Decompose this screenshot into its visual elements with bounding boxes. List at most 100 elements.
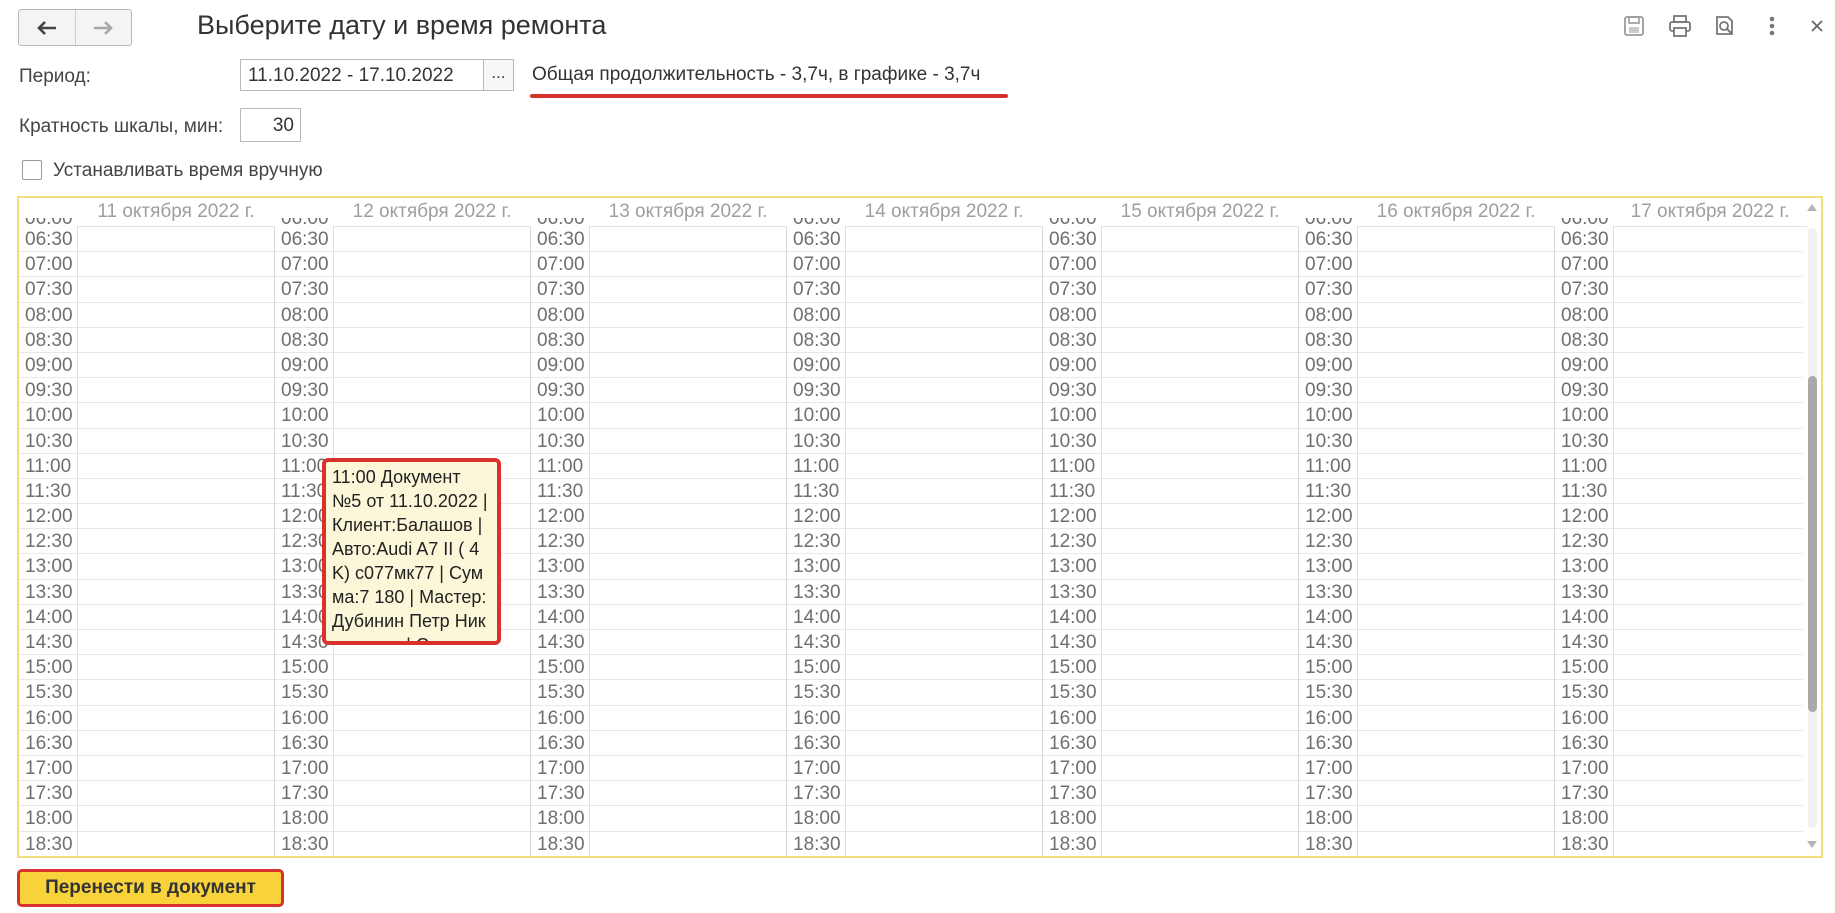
scale-field[interactable]: 30 [240, 108, 301, 142]
time-slot[interactable]: 12:00 [1043, 504, 1299, 530]
time-slot[interactable]: 08:30 [1043, 328, 1299, 353]
time-slot[interactable]: 11:30 [787, 479, 1043, 505]
time-slot[interactable]: 13:30 [19, 580, 275, 605]
time-slot[interactable]: 15:30 [787, 680, 1043, 706]
time-slot[interactable]: 12:00 [531, 504, 787, 530]
time-slot[interactable]: 13:00 [1555, 554, 1807, 580]
period-picker-button[interactable]: ... [483, 59, 514, 91]
time-slot[interactable]: 07:00 [19, 252, 275, 278]
time-slot[interactable]: 09:30 [1555, 378, 1807, 404]
time-slot[interactable]: 15:30 [1555, 680, 1807, 706]
time-slot[interactable]: 09:00 [1299, 353, 1555, 379]
time-slot[interactable]: 10:30 [787, 429, 1043, 454]
time-slot[interactable]: 13:00 [787, 554, 1043, 580]
time-slot[interactable]: 12:30 [1043, 529, 1299, 555]
time-slot[interactable]: 15:00 [275, 655, 531, 681]
time-slot[interactable]: 10:30 [1043, 429, 1299, 454]
time-slot[interactable]: 07:30 [19, 277, 275, 303]
time-slot[interactable]: 17:30 [275, 781, 531, 807]
time-slot[interactable]: 07:30 [1555, 277, 1807, 303]
time-slot[interactable]: 11:00 [531, 454, 787, 479]
time-slot[interactable]: 11:30 [531, 479, 787, 505]
period-field[interactable]: 11.10.2022 - 17.10.2022 [240, 59, 483, 91]
time-slot[interactable]: 15:00 [1555, 655, 1807, 681]
time-slot[interactable]: 18:30 [1043, 832, 1299, 856]
time-slot[interactable]: 15:30 [1043, 680, 1299, 706]
time-slot[interactable]: 18:00 [19, 806, 275, 832]
time-slot[interactable]: 10:30 [1299, 429, 1555, 454]
time-slot[interactable]: 08:00 [531, 303, 787, 328]
time-slot[interactable]: 07:30 [275, 277, 531, 303]
close-button[interactable] [1804, 13, 1830, 39]
time-slot[interactable]: 13:30 [787, 580, 1043, 605]
time-slot[interactable]: 06:30 [1043, 227, 1299, 253]
time-slot[interactable]: 15:00 [531, 655, 787, 681]
time-slot[interactable]: 19:00 [19, 857, 275, 858]
transfer-to-document-button[interactable]: Перенести в документ [17, 869, 284, 907]
time-slot[interactable]: 12:30 [1555, 529, 1807, 555]
time-slot[interactable]: 07:30 [1043, 277, 1299, 303]
time-slot[interactable]: 14:00 [787, 605, 1043, 630]
time-slot[interactable]: 11:30 [1299, 479, 1555, 505]
time-slot[interactable]: 19:00 [1299, 857, 1555, 858]
time-slot[interactable]: 10:30 [1555, 429, 1807, 454]
time-slot[interactable]: 07:30 [531, 277, 787, 303]
time-slot[interactable]: 15:30 [275, 680, 531, 706]
time-slot[interactable]: 07:00 [787, 252, 1043, 278]
time-slot[interactable]: 18:30 [19, 832, 275, 856]
time-slot[interactable]: 16:00 [1043, 706, 1299, 731]
time-slot[interactable]: 14:30 [19, 630, 275, 656]
time-slot[interactable]: 12:00 [19, 504, 275, 530]
time-slot[interactable]: 14:30 [787, 630, 1043, 656]
manual-time-checkbox[interactable] [22, 160, 42, 180]
schedule-planner[interactable]: 11 октября 2022 г.06:0006:3007:0007:3008… [17, 196, 1823, 858]
time-slot[interactable]: 16:30 [1299, 731, 1555, 756]
time-slot[interactable]: 16:00 [787, 706, 1043, 731]
time-slot[interactable]: 11:00 [1043, 454, 1299, 479]
time-slot[interactable]: 16:00 [275, 706, 531, 731]
time-slot[interactable]: 11:00 [1555, 454, 1807, 479]
time-slot[interactable]: 10:00 [275, 403, 531, 429]
time-slot[interactable]: 10:30 [275, 429, 531, 454]
time-slot[interactable]: 17:30 [1299, 781, 1555, 807]
time-slot[interactable]: 09:00 [1555, 353, 1807, 379]
time-slot[interactable]: 08:30 [531, 328, 787, 353]
time-slot[interactable]: 15:30 [1299, 680, 1555, 706]
time-slot[interactable]: 12:30 [1299, 529, 1555, 555]
time-slot[interactable]: 11:30 [1555, 479, 1807, 505]
time-slot[interactable]: 11:00 [19, 454, 275, 479]
time-slot[interactable]: 16:00 [531, 706, 787, 731]
preview-button[interactable] [1712, 13, 1738, 39]
time-slot[interactable]: 12:00 [787, 504, 1043, 530]
scroll-down-icon[interactable] [1807, 841, 1817, 848]
time-slot[interactable]: 15:00 [19, 655, 275, 681]
time-slot[interactable]: 10:00 [1555, 403, 1807, 429]
time-slot[interactable]: 09:00 [19, 353, 275, 379]
time-slot[interactable]: 10:00 [531, 403, 787, 429]
time-slot[interactable]: 06:30 [1299, 227, 1555, 253]
time-slot[interactable]: 11:00 [1299, 454, 1555, 479]
time-slot[interactable]: 07:30 [787, 277, 1043, 303]
time-slot[interactable]: 08:30 [19, 328, 275, 353]
time-slot[interactable]: 17:00 [19, 756, 275, 782]
time-slot[interactable]: 08:00 [19, 303, 275, 328]
time-slot[interactable]: 17:30 [1043, 781, 1299, 807]
time-slot[interactable]: 17:00 [1299, 756, 1555, 782]
time-slot[interactable]: 08:30 [787, 328, 1043, 353]
time-slot[interactable]: 13:00 [1299, 554, 1555, 580]
time-slot[interactable]: 14:00 [1299, 605, 1555, 630]
time-slot[interactable]: 15:00 [787, 655, 1043, 681]
time-slot[interactable]: 13:00 [19, 554, 275, 580]
time-slot[interactable]: 14:30 [1555, 630, 1807, 656]
time-slot[interactable]: 14:00 [1043, 605, 1299, 630]
time-slot[interactable]: 12:30 [787, 529, 1043, 555]
time-slot[interactable]: 19:00 [531, 857, 787, 858]
time-slot[interactable]: 17:00 [1043, 756, 1299, 782]
time-slot[interactable]: 18:00 [531, 806, 787, 832]
time-slot[interactable]: 09:30 [275, 378, 531, 404]
time-slot[interactable]: 16:00 [1555, 706, 1807, 731]
time-slot[interactable]: 17:00 [1555, 756, 1807, 782]
time-slot[interactable]: 12:00 [1299, 504, 1555, 530]
time-slot[interactable]: 09:30 [1299, 378, 1555, 404]
time-slot[interactable]: 16:30 [531, 731, 787, 756]
